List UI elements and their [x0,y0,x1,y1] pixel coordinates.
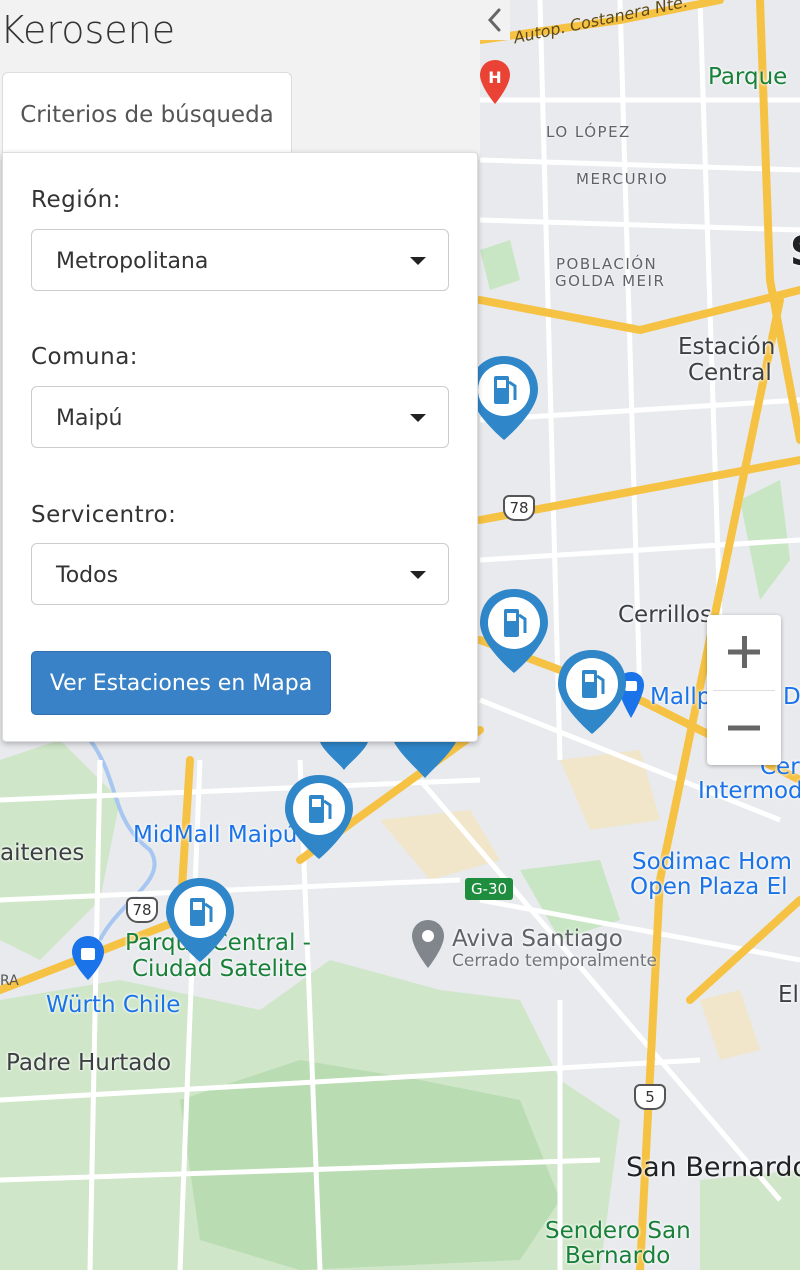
road-label-ra: RA [0,973,19,989]
app-title: Kerosene [0,8,176,52]
search-panel: Región: Metropolitana Comuna: Maipú Serv… [2,152,478,742]
place-label-el: El [778,982,799,1008]
gas-station-marker[interactable] [281,771,357,863]
route-shield-5: 5 [634,1084,666,1110]
poi-label-sendero-1: Sendero San [545,1218,691,1244]
poi-label-wurth: Würth Chile [46,992,181,1018]
comuna-select[interactable]: Maipú [31,386,449,448]
svg-text:H: H [488,68,501,87]
tab-search-criteria[interactable]: Criterios de búsqueda [2,72,292,156]
view-stations-button[interactable]: Ver Estaciones en Mapa [31,651,331,715]
servicentro-label: Servicentro: [31,502,177,528]
servicentro-select-value: Todos [56,563,119,588]
caret-down-icon [410,571,426,579]
shopping-bag-icon[interactable] [70,934,106,984]
poi-label-mallplaza-2: De [783,684,800,710]
gas-station-marker[interactable] [554,646,630,738]
route-shield-78: 78 [503,495,535,521]
place-label-edge: S [790,232,800,272]
poi-label-intermodal-2: Intermod [698,778,800,804]
comuna-select-value: Maipú [56,406,123,431]
place-label-padre-hurtado: Padre Hurtado [6,1050,172,1076]
poi-label-aviva-status: Cerrado temporalmente [452,951,657,971]
caret-down-icon [410,257,426,265]
plus-icon [728,636,760,668]
poi-label-sendero-2: Bernardo [565,1243,671,1269]
chevron-left-icon [487,8,501,32]
gas-station-marker[interactable] [162,874,238,966]
comuna-label: Comuna: [31,344,139,370]
poi-label-sodimac-2: Open Plaza El [630,874,788,900]
neighborhood-golda-meir: GOLDA MEIR [555,272,666,290]
place-label-aitenes: aitenes [0,840,85,866]
hospital-icon[interactable]: H [478,58,512,108]
region-select-value: Metropolitana [56,249,209,274]
map-pin-icon[interactable] [410,918,446,972]
zoom-out-button[interactable] [707,691,781,765]
neighborhood-lo-lopez: LO LÓPEZ [546,123,631,141]
poi-label-sodimac-1: Sodimac Hom [632,849,792,875]
zoom-controls [707,615,781,765]
gas-station-marker[interactable] [476,585,552,677]
gas-station-marker-partial[interactable] [392,742,458,780]
collapse-panel-button[interactable] [480,0,510,40]
servicentro-select[interactable]: Todos [31,543,449,605]
minus-icon [728,725,760,731]
poi-label-midmall: MidMall Maipú [133,822,298,848]
place-label-cerrillos: Cerrillos [618,602,712,628]
route-shield-g30: G-30 [465,878,513,900]
region-select[interactable]: Metropolitana [31,229,449,291]
neighborhood-poblacion: POBLACIÓN [556,255,658,273]
place-label-san-bernardo: San Bernardo [626,1152,800,1183]
place-label-estacion: Estación [678,334,776,360]
gas-station-marker-partial[interactable] [318,742,370,772]
route-shield-78b: 78 [126,897,158,923]
caret-down-icon [410,414,426,422]
place-label-parque: Parque [708,64,788,90]
place-label-central: Central [688,360,772,386]
zoom-in-button[interactable] [707,615,781,689]
poi-label-aviva: Aviva Santiago [452,926,623,952]
region-label: Región: [31,187,121,213]
neighborhood-mercurio: MERCURIO [576,170,669,188]
